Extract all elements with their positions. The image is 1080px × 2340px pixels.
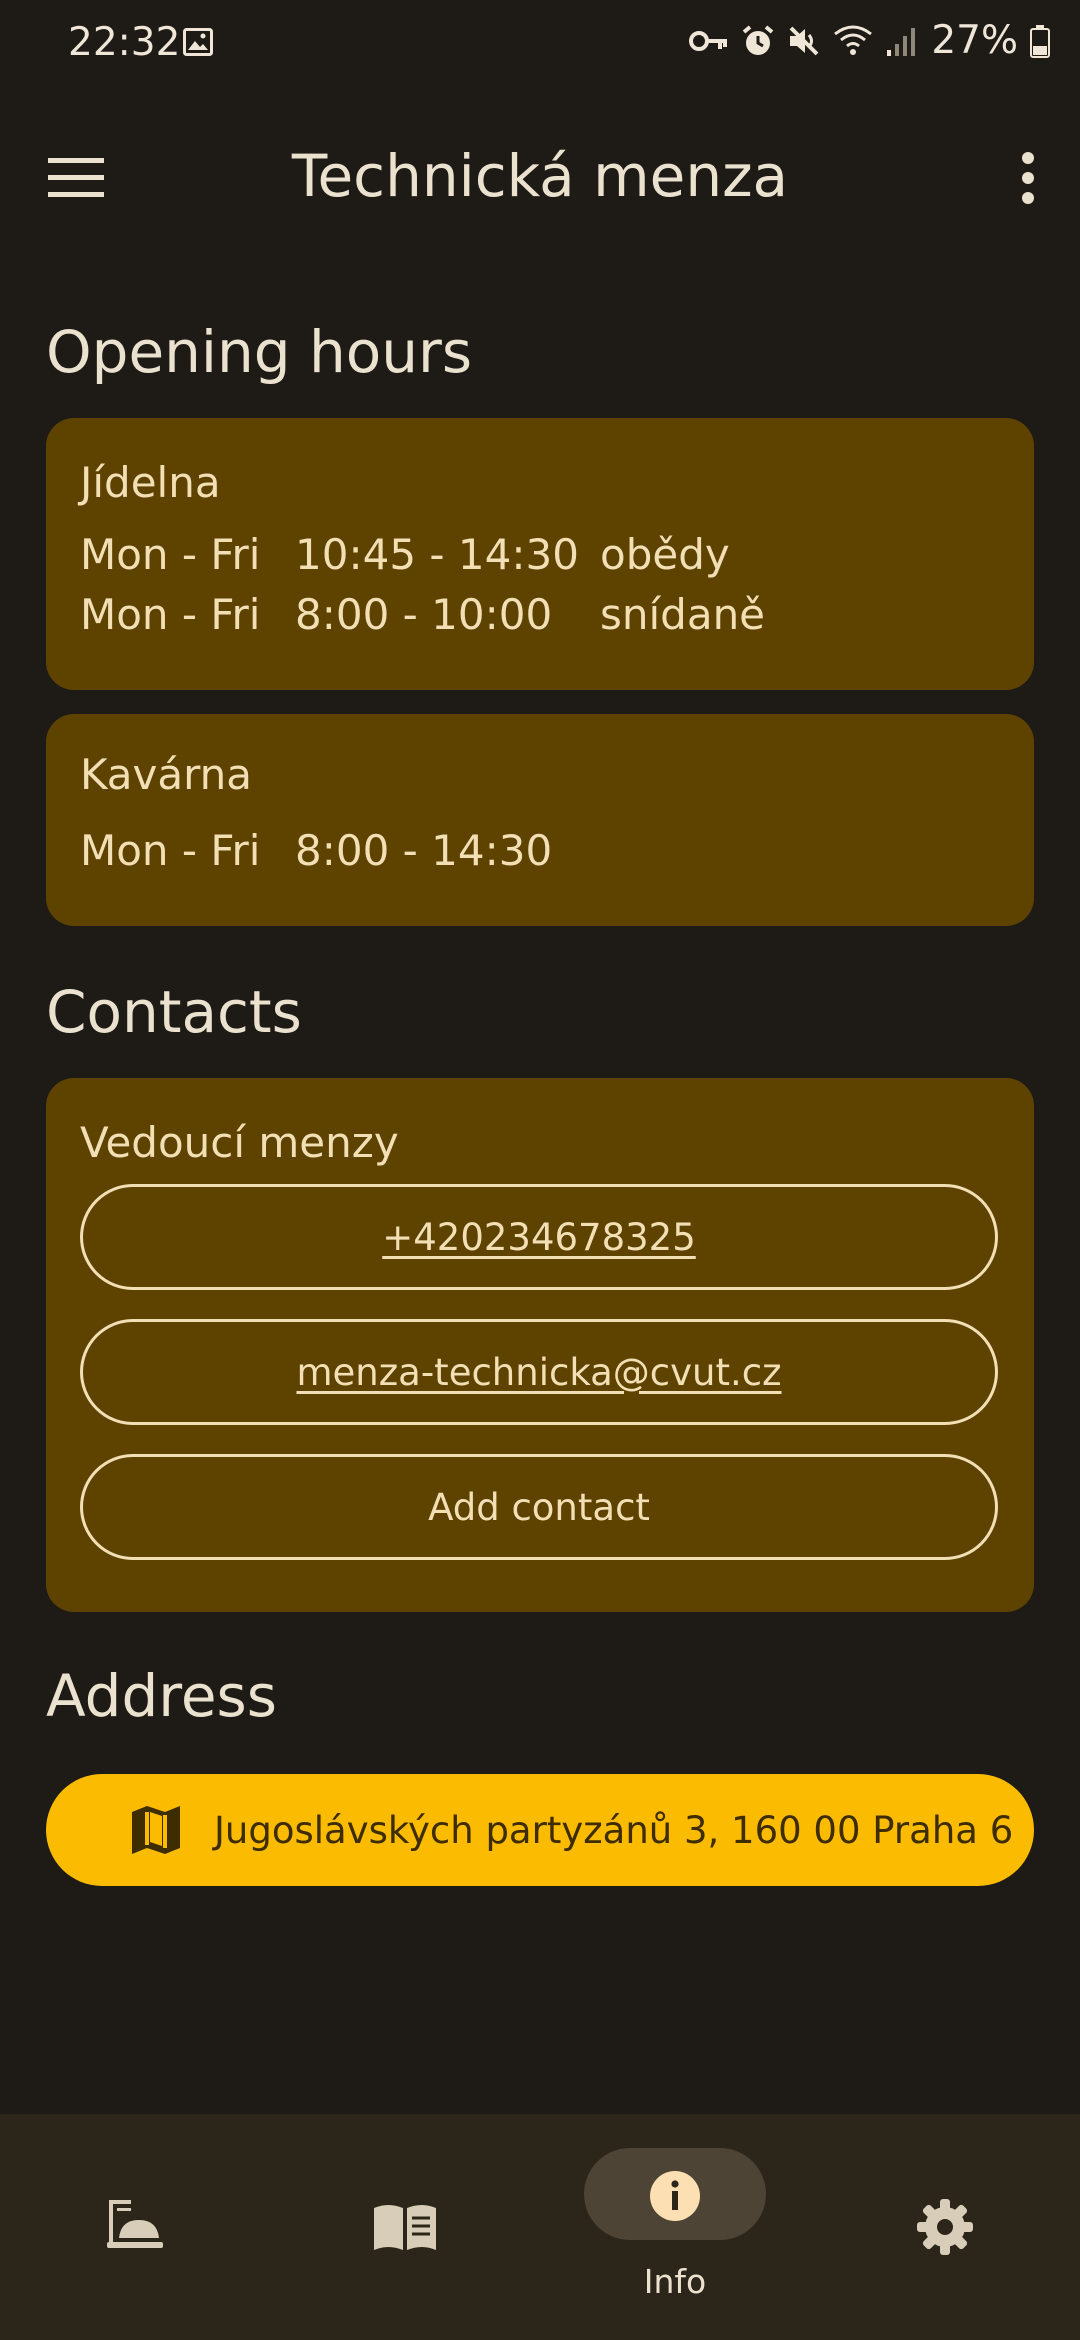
nav-label-info: Info — [643, 2262, 707, 2301]
signal-icon — [887, 27, 916, 56]
status-bar: 22:32 27% — [0, 0, 1080, 88]
hours-note: snídaně — [600, 590, 766, 639]
bottom-navigation: Info — [0, 2114, 1080, 2340]
hours-note: obědy — [600, 530, 730, 579]
hours-time: 10:45 - 14:30 — [295, 530, 579, 579]
hours-days: Mon - Fri — [80, 826, 261, 875]
cafeteria-icon — [107, 2200, 163, 2248]
nav-item-info[interactable]: Info — [540, 2114, 810, 2340]
opening-hours-heading: Opening hours — [46, 318, 473, 386]
battery-percent: 27% — [931, 18, 1018, 63]
hours-days: Mon - Fri — [80, 530, 261, 579]
contact-card-title: Vedoucí menzy — [80, 1118, 399, 1167]
address-map-button[interactable]: Jugoslávských partyzánů 3, 160 00 Praha … — [46, 1774, 1034, 1886]
nav-item-cafeteria[interactable] — [0, 2114, 270, 2340]
add-contact-button[interactable]: Add contact — [80, 1454, 998, 1560]
contact-card: Vedoucí menzy +420234678325 menza-techni… — [46, 1078, 1034, 1612]
info-icon — [650, 2171, 700, 2221]
hours-time: 8:00 - 14:30 — [295, 826, 553, 875]
email-button[interactable]: menza-technicka@cvut.cz — [80, 1319, 998, 1425]
address-heading: Address — [46, 1662, 277, 1730]
email-link[interactable]: menza-technicka@cvut.cz — [296, 1351, 781, 1394]
status-time: 22:32 — [68, 20, 181, 65]
settings-icon — [917, 2199, 973, 2255]
battery-icon — [1030, 24, 1050, 58]
phone-link[interactable]: +420234678325 — [382, 1216, 696, 1259]
hours-card-jidelna: Jídelna Mon - Fri 10:45 - 14:30 obědy Mo… — [46, 418, 1034, 690]
page-title: Technická menza — [291, 142, 789, 210]
menu-book-icon — [374, 2205, 436, 2250]
contacts-heading: Contacts — [46, 978, 302, 1046]
nav-item-settings[interactable] — [810, 2114, 1080, 2340]
vpn-key-icon — [689, 30, 728, 51]
more-vert-icon[interactable] — [1016, 150, 1040, 206]
hours-row: Mon - Fri 10:45 - 14:30 obědy — [80, 525, 1000, 585]
hours-time: 8:00 - 10:00 — [295, 590, 553, 639]
address-text: Jugoslávských partyzánů 3, 160 00 Praha … — [214, 1808, 1014, 1852]
map-icon — [132, 1806, 180, 1854]
mute-icon — [789, 26, 819, 55]
phone-button[interactable]: +420234678325 — [80, 1184, 998, 1290]
hours-card-title: Jídelna — [80, 458, 221, 507]
add-contact-label: Add contact — [428, 1485, 650, 1529]
wifi-icon — [834, 25, 873, 55]
status-icons: 27% — [689, 18, 1050, 63]
nav-item-menu[interactable] — [270, 2114, 540, 2340]
hours-card-title: Kavárna — [80, 750, 253, 799]
hours-row: Mon - Fri 8:00 - 10:00 snídaně — [80, 585, 1000, 645]
hours-row: Mon - Fri 8:00 - 14:30 — [80, 821, 1000, 881]
hours-days: Mon - Fri — [80, 590, 261, 639]
app-bar: Technická menza — [0, 120, 1080, 236]
gallery-notification-icon — [183, 28, 213, 56]
alarm-icon — [743, 24, 774, 55]
hours-card-kavarna: Kavárna Mon - Fri 8:00 - 14:30 — [46, 714, 1034, 926]
